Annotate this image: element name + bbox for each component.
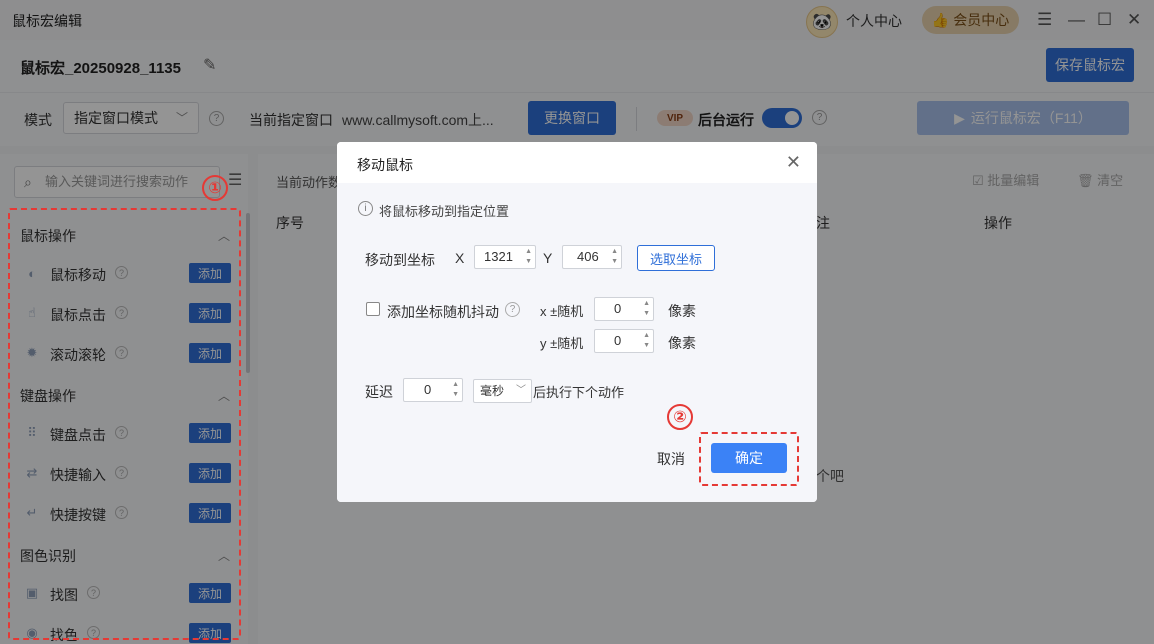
chevron-down-icon: ﹀ bbox=[516, 385, 526, 396]
delay-unit-value: 毫秒 bbox=[480, 384, 505, 398]
annotation-badge-2: ② bbox=[667, 404, 693, 430]
delay-value: 0 bbox=[424, 382, 432, 397]
pixel-unit-y: 像素 bbox=[668, 335, 696, 351]
annotation-badge-1: ① bbox=[202, 175, 228, 201]
delay-suffix: 后执行下个动作 bbox=[533, 385, 625, 400]
x-coordinate-input[interactable]: 1321 ▲ ▼ bbox=[474, 245, 536, 269]
jitter-y-input[interactable]: 0 ▲ ▼ bbox=[594, 329, 654, 353]
jitter-x-value: 0 bbox=[614, 301, 622, 316]
stepper-icon[interactable]: ▲ ▼ bbox=[643, 331, 650, 351]
jitter-help-icon[interactable]: ? bbox=[505, 302, 520, 317]
dialog-info-text: 将鼠标移动到指定位置 bbox=[379, 204, 510, 219]
pixel-unit-x: 像素 bbox=[668, 303, 696, 319]
jitter-label: 添加坐标随机抖动 bbox=[387, 304, 499, 320]
close-icon[interactable]: ✕ bbox=[786, 152, 801, 173]
dialog-title: 移动鼠标 bbox=[357, 157, 413, 173]
annotation-box-1 bbox=[8, 208, 241, 640]
x-coordinate-value: 1321 bbox=[484, 249, 513, 264]
jitter-x-label: x ±随机 bbox=[540, 304, 584, 319]
y-label: Y bbox=[543, 250, 553, 266]
annotation-box-2 bbox=[699, 432, 799, 486]
info-icon: i bbox=[358, 201, 373, 216]
cancel-button[interactable]: 取消 bbox=[657, 449, 685, 469]
pick-coordinate-button[interactable]: 选取坐标 bbox=[637, 245, 715, 271]
jitter-y-value: 0 bbox=[614, 333, 622, 348]
stepper-icon[interactable]: ▲ ▼ bbox=[525, 247, 532, 267]
stepper-icon[interactable]: ▲ ▼ bbox=[643, 299, 650, 319]
y-coordinate-value: 406 bbox=[577, 249, 599, 264]
dialog-header: 移动鼠标 ✕ bbox=[337, 142, 817, 183]
jitter-checkbox[interactable] bbox=[366, 302, 380, 316]
y-coordinate-input[interactable]: 406 ▲ ▼ bbox=[562, 245, 622, 269]
delay-unit-select[interactable]: 毫秒 ﹀ bbox=[473, 379, 532, 403]
x-label: X bbox=[455, 250, 465, 266]
jitter-x-input[interactable]: 0 ▲ ▼ bbox=[594, 297, 654, 321]
delay-input[interactable]: 0 ▲ ▼ bbox=[403, 378, 463, 402]
move-to-label: 移动到坐标 bbox=[365, 252, 435, 268]
stepper-icon[interactable]: ▲ ▼ bbox=[611, 247, 618, 267]
delay-label: 延迟 bbox=[365, 384, 393, 400]
jitter-y-label: y ±随机 bbox=[540, 336, 584, 351]
stepper-icon[interactable]: ▲ ▼ bbox=[452, 380, 459, 400]
